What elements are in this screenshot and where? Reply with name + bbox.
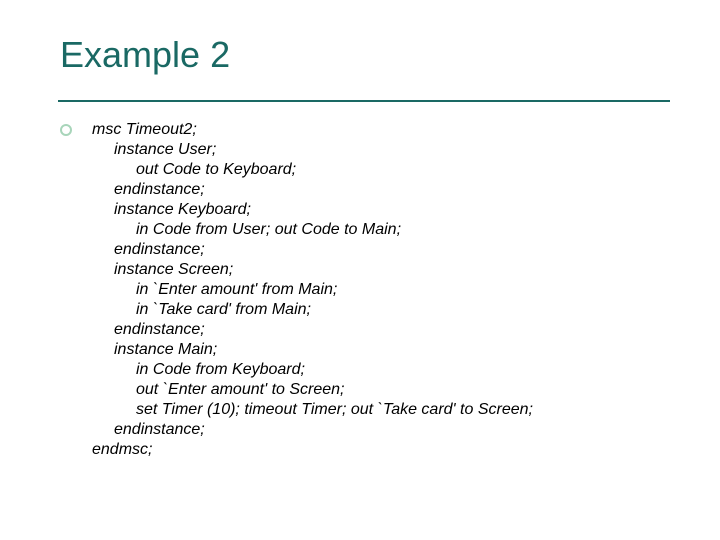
code-line: in `Enter amount' from Main; (92, 280, 670, 300)
code-line: endinstance; (92, 240, 670, 260)
code-body: msc Timeout2; instance User; out Code to… (92, 120, 670, 460)
code-line: out Code to Keyboard; (92, 160, 670, 180)
code-line: instance User; (92, 140, 670, 160)
code-line: in `Take card' from Main; (92, 300, 670, 320)
code-line: out `Enter amount' to Screen; (92, 380, 670, 400)
title-underline (58, 100, 670, 102)
code-line: in Code from User; out Code to Main; (92, 220, 670, 240)
code-line: endinstance; (92, 320, 670, 340)
code-line: in Code from Keyboard; (92, 360, 670, 380)
code-line: endinstance; (92, 420, 670, 440)
code-line: instance Keyboard; (92, 200, 670, 220)
code-line: msc Timeout2; (92, 120, 670, 140)
code-line: instance Main; (92, 340, 670, 360)
code-line: endinstance; (92, 180, 670, 200)
code-line: set Timer (10); timeout Timer; out `Take… (92, 400, 670, 420)
slide-title: Example 2 (60, 34, 230, 76)
code-line: instance Screen; (92, 260, 670, 280)
code-line: endmsc; (92, 440, 670, 460)
bullet-icon (60, 124, 72, 136)
slide: Example 2 msc Timeout2; instance User; o… (0, 0, 720, 540)
